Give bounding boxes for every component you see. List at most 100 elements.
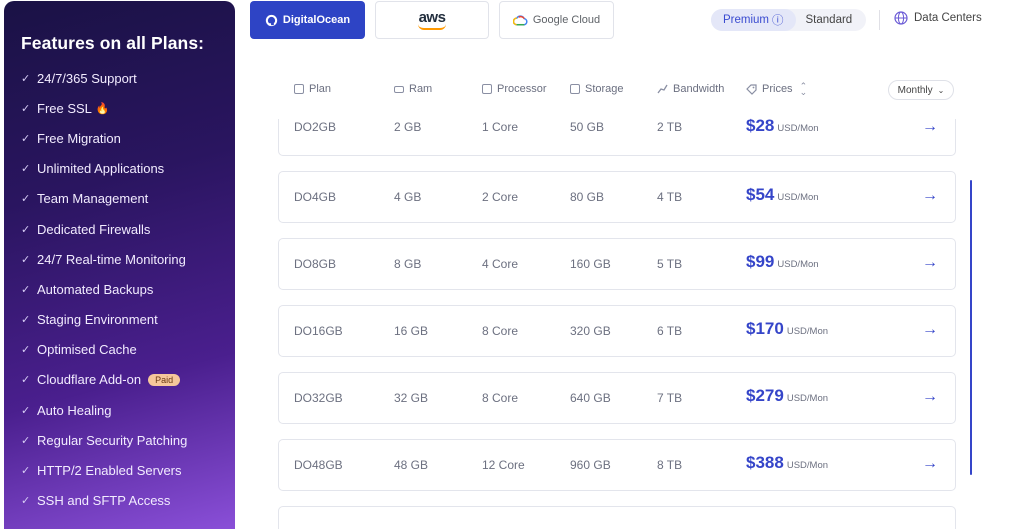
- feature-item: ✓ Staging Environment: [21, 305, 235, 335]
- feature-label: Dedicated Firewalls: [37, 221, 151, 237]
- price-amount: $99: [746, 252, 775, 271]
- pricing-table-header: Plan Ram Processor Storage Bandwidth Pri…: [0, 80, 1024, 100]
- feature-item: ✓ Cloudflare Add-on Paid: [21, 365, 235, 395]
- storage-icon: [570, 84, 580, 94]
- table-row[interactable]: DO48GB 48 GB 12 Core 960 GB 8 TB $388 USD…: [278, 439, 956, 491]
- data-centers-link[interactable]: Data Centers: [894, 11, 982, 25]
- plan-icon: [294, 84, 304, 94]
- header-plan: Plan: [294, 83, 331, 95]
- provider-tab-aws[interactable]: aws: [375, 1, 489, 39]
- cell-processor: 8 Core: [482, 324, 519, 338]
- arrow-right-icon[interactable]: →: [922, 388, 938, 406]
- data-centers-label: Data Centers: [914, 12, 982, 24]
- plan-type-toggle: Premium ⓘ Standard: [711, 9, 866, 31]
- cell-bandwidth: 8 TB: [657, 458, 683, 472]
- price-unit: USD/Mon: [777, 259, 819, 270]
- check-icon: ✓: [21, 163, 31, 176]
- cell-storage: 320 GB: [570, 324, 611, 338]
- bandwidth-icon: [657, 84, 668, 94]
- provider-label: DigitalOcean: [282, 14, 351, 26]
- check-icon: ✓: [21, 495, 31, 508]
- provider-tab-digitalocean[interactable]: DigitalOcean: [250, 1, 365, 39]
- table-row[interactable]: DO4GB 4 GB 2 Core 80 GB 4 TB $54 USD/Mon …: [278, 171, 956, 223]
- header-storage: Storage: [570, 83, 624, 95]
- cell-price: $170 USD/Mon: [746, 319, 828, 339]
- check-icon: ✓: [21, 374, 31, 387]
- feature-item: ✓ Auto Healing: [21, 395, 235, 425]
- tag-icon: [746, 84, 757, 95]
- feature-label: Free Migration: [37, 130, 121, 146]
- header-label: Bandwidth: [673, 83, 725, 95]
- feature-item: ✓ Dedicated Firewalls: [21, 214, 235, 244]
- price-amount: $279: [746, 386, 784, 405]
- header-prices[interactable]: Prices ⌃ ⌄: [746, 82, 808, 97]
- check-icon: ✓: [21, 404, 31, 417]
- feature-item: ✓ 24/7 Real-time Monitoring: [21, 244, 235, 274]
- plan-type-standard[interactable]: Standard: [796, 14, 853, 26]
- ram-icon: [394, 85, 404, 93]
- arrow-right-icon[interactable]: →: [922, 118, 938, 136]
- header-processor: Processor: [482, 83, 547, 95]
- price-amount: $54: [746, 185, 775, 204]
- scrollbar[interactable]: [970, 180, 972, 475]
- table-row[interactable]: DO2GB 2 GB 1 Core 50 GB 2 TB $28 USD/Mon …: [278, 116, 956, 156]
- price-amount: $28: [746, 116, 775, 135]
- cell-price: $388 USD/Mon: [746, 453, 828, 473]
- cell-plan: DO32GB: [294, 391, 343, 405]
- aws-logo-icon: aws: [418, 10, 446, 30]
- cell-ram: 48 GB: [394, 458, 429, 472]
- table-row[interactable]: DO32GB 32 GB 8 Core 640 GB 7 TB $279 USD/…: [278, 372, 956, 424]
- cell-storage: 160 GB: [570, 257, 611, 271]
- arrow-right-icon[interactable]: →: [922, 455, 938, 473]
- cell-processor: 12 Core: [482, 458, 525, 472]
- check-icon: ✓: [21, 434, 31, 447]
- feature-label: Regular Security Patching: [37, 432, 188, 448]
- feature-item: ✓ Unlimited Applications: [21, 154, 235, 184]
- feature-item: ✓ Optimised Cache: [21, 335, 235, 365]
- feature-label: Staging Environment: [37, 312, 158, 328]
- billing-period-select[interactable]: Monthly ⌄: [888, 80, 954, 100]
- price-unit: USD/Mon: [786, 393, 829, 404]
- arrow-right-icon[interactable]: →: [922, 321, 938, 339]
- cell-ram: 16 GB: [394, 324, 429, 338]
- provider-label: Google Cloud: [532, 14, 601, 26]
- arrow-right-icon[interactable]: →: [922, 187, 938, 205]
- header-label: Plan: [309, 83, 332, 95]
- header-label: Ram: [409, 83, 433, 95]
- cell-storage: 50 GB: [570, 120, 605, 134]
- cell-ram: 4 GB: [394, 190, 422, 204]
- table-row[interactable]: DO16GB 16 GB 8 Core 320 GB 6 TB $170 USD/…: [278, 305, 956, 357]
- feature-label: Cloudflare Add-on: [37, 372, 142, 388]
- cell-bandwidth: 5 TB: [657, 257, 683, 271]
- table-row[interactable]: DO8GB 8 GB 4 Core 160 GB 5 TB $99 USD/Mon…: [278, 238, 956, 290]
- feature-item: ✓ HTTP/2 Enabled Servers: [21, 455, 235, 485]
- check-icon: ✓: [21, 283, 31, 296]
- feature-label: Auto Healing: [37, 402, 112, 418]
- check-icon: ✓: [21, 344, 31, 357]
- check-icon: ✓: [21, 314, 31, 327]
- check-icon: ✓: [21, 132, 31, 145]
- processor-icon: [482, 84, 492, 94]
- features-title: Features on all Plans:: [21, 33, 205, 53]
- feature-label: Free SSL: [37, 100, 92, 116]
- check-icon: ✓: [21, 193, 31, 206]
- feature-item: ✓ Regular Security Patching: [21, 425, 235, 455]
- cell-bandwidth: 7 TB: [657, 391, 683, 405]
- globe-icon: [894, 11, 908, 25]
- sort-icon[interactable]: ⌃ ⌄: [800, 82, 808, 97]
- arrow-right-icon[interactable]: →: [922, 254, 938, 272]
- features-list: ✓ 24/7/365 Support ✓ Free SSL 🔥 ✓ Free Migra…: [21, 63, 235, 516]
- cell-price: $28 USD/Mon: [746, 116, 819, 136]
- cell-plan: DO48GB: [294, 458, 343, 472]
- feature-label: Unlimited Applications: [37, 161, 165, 177]
- feature-item: ✓ Free Migration: [21, 123, 235, 153]
- cell-storage: 640 GB: [570, 391, 611, 405]
- cell-processor: 8 Core: [482, 391, 519, 405]
- cell-ram: 2 GB: [394, 120, 422, 134]
- chevron-down-icon: ⌄: [937, 85, 945, 95]
- provider-tab-googlecloud[interactable]: Google Cloud: [499, 1, 614, 39]
- cell-price: $99 USD/Mon: [746, 252, 819, 272]
- info-icon[interactable]: ⓘ: [772, 12, 784, 28]
- plan-type-premium[interactable]: Premium ⓘ: [711, 9, 796, 31]
- feature-item: ✓ SSH and SFTP Access: [21, 486, 235, 516]
